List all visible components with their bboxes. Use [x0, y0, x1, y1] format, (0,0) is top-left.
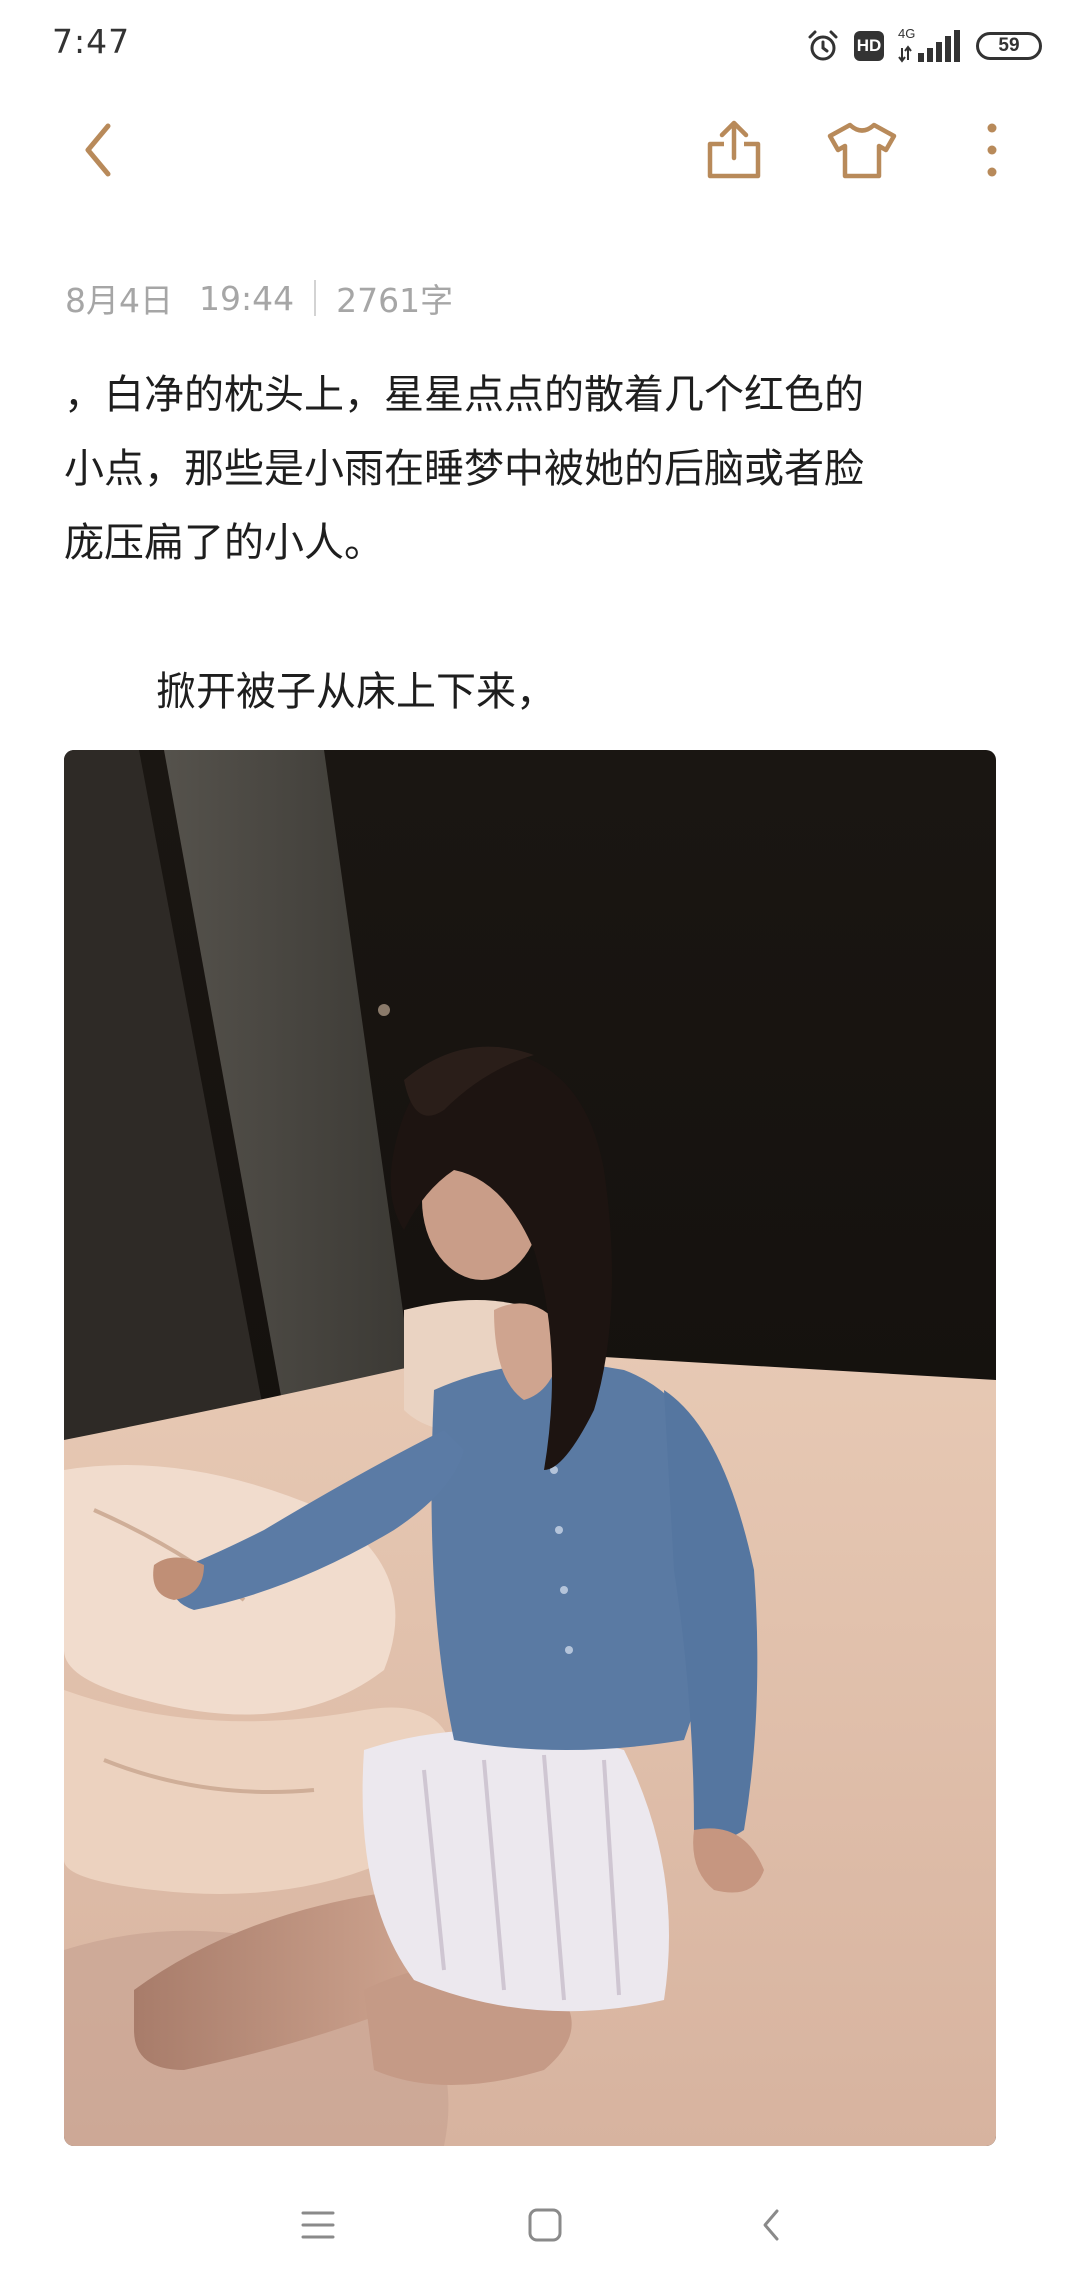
note-photo[interactable] — [64, 750, 996, 2146]
note-content[interactable]: ，白净的枕头上，星星点点的散着几个红色的 小点，那些是小雨在睡梦中被她的后脑或者… — [64, 358, 1014, 715]
word-count: 2761字 — [336, 281, 454, 320]
note-paragraph: ，白净的枕头上，星星点点的散着几个红色的 小点，那些是小雨在睡梦中被她的后脑或者… — [64, 372, 864, 566]
status-bar: 7:47 HD 4G 59 — [0, 0, 1080, 90]
status-icons: HD 4G 59 — [806, 24, 1042, 68]
note-paragraph: 掀开被子从床上下来， — [156, 669, 556, 715]
home-button[interactable] — [510, 2192, 580, 2262]
meta-divider — [314, 280, 317, 316]
note-toolbar — [0, 100, 1080, 210]
note-time: 19:44 — [199, 278, 295, 318]
signal-icon: 4G — [898, 26, 962, 66]
home-square-icon — [525, 2205, 565, 2249]
share-icon — [704, 118, 764, 186]
navigation-bar — [0, 2170, 1080, 2280]
theme-button[interactable] — [822, 112, 902, 192]
more-vertical-icon — [982, 120, 1002, 184]
menu-icon — [298, 2207, 338, 2247]
hd-icon: HD — [854, 31, 884, 61]
battery-icon: 59 — [976, 32, 1042, 60]
more-button[interactable] — [952, 112, 1032, 192]
nav-back-button[interactable] — [737, 2192, 807, 2262]
back-button[interactable] — [58, 112, 138, 192]
share-button[interactable] — [694, 112, 774, 192]
alarm-icon — [806, 29, 840, 63]
note-meta: 8月4日 19:44 2761字 — [65, 274, 453, 322]
recent-apps-button[interactable] — [283, 2192, 353, 2262]
chevron-left-icon — [78, 120, 118, 184]
tshirt-icon — [826, 120, 898, 184]
note-date: 8月4日 — [65, 281, 173, 320]
status-time: 7:47 — [52, 22, 131, 61]
back-chevron-icon — [757, 2205, 787, 2249]
